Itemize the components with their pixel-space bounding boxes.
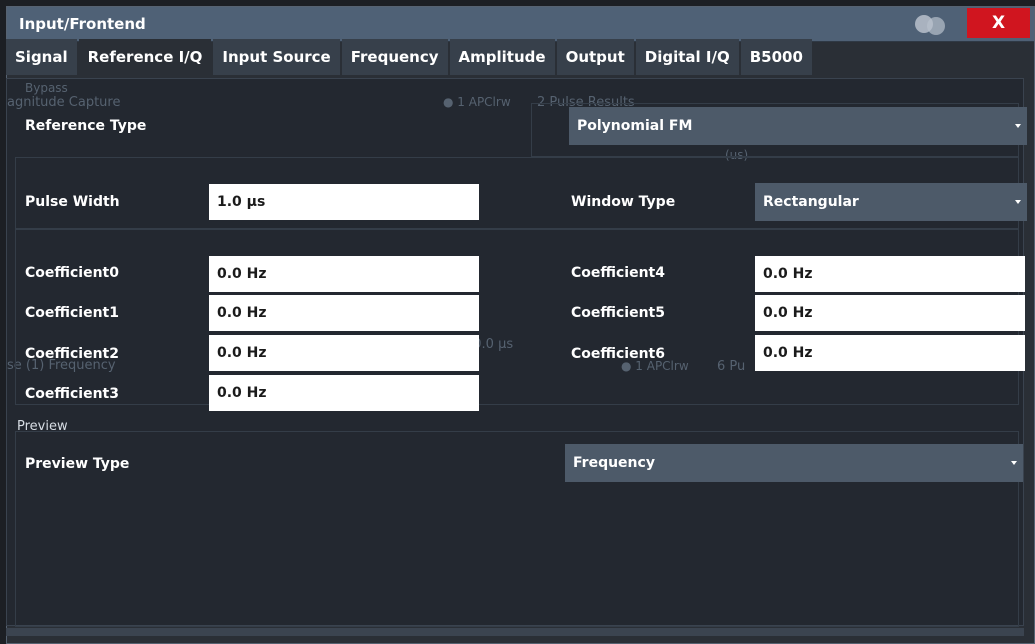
tab-reference-iq[interactable]: Reference I/Q <box>78 39 212 75</box>
coefficient3-label: Coefficient3 <box>25 386 119 402</box>
reference-type-value: Polynomial FM <box>577 118 693 134</box>
chevron-down-icon <box>1011 461 1017 465</box>
bottom-strip <box>6 628 1024 636</box>
chevron-down-icon <box>1015 200 1021 204</box>
tab-input-source[interactable]: Input Source <box>213 39 340 75</box>
coefficient2-label: Coefficient2 <box>25 346 119 362</box>
pulse-width-label: Pulse Width <box>25 194 120 210</box>
coefficient5-label: Coefficient5 <box>571 305 665 321</box>
close-icon: X <box>991 13 1006 33</box>
coefficient3-field[interactable]: 0.0 Hz <box>209 375 479 411</box>
tab-bar: Signal Reference I/Q Input Source Freque… <box>6 39 814 75</box>
reference-type-label: Reference Type <box>25 118 147 134</box>
dialog-title: Input/Frontend <box>19 15 146 33</box>
coefficient0-label: Coefficient0 <box>25 265 119 281</box>
window-type-value: Rectangular <box>763 194 859 210</box>
coefficient6-label: Coefficient6 <box>571 346 665 362</box>
tab-output[interactable]: Output <box>556 39 634 75</box>
reference-iq-panel: Bypass agnitude Capture ● 1 APClrw 2 Pul… <box>6 78 1027 627</box>
tab-amplitude[interactable]: Amplitude <box>449 39 555 75</box>
coefficient4-field[interactable]: 0.0 Hz <box>755 256 1025 292</box>
preview-section-title: Preview <box>17 419 68 434</box>
close-button[interactable]: X <box>967 8 1030 38</box>
bg-apclrw-text: ● 1 APClrw <box>443 95 511 109</box>
coefficient6-field[interactable]: 0.0 Hz <box>755 335 1025 371</box>
coefficient2-field[interactable]: 0.0 Hz <box>209 335 479 371</box>
window-type-label: Window Type <box>571 194 676 210</box>
preview-type-label: Preview Type <box>25 456 130 472</box>
coefficient5-field[interactable]: 0.0 Hz <box>755 295 1025 331</box>
title-bar: Input/Frontend X <box>7 7 1034 42</box>
preview-type-value: Frequency <box>573 455 655 471</box>
coefficient1-field[interactable]: 0.0 Hz <box>209 295 479 331</box>
coefficient1-label: Coefficient1 <box>25 305 119 321</box>
tab-digital-iq[interactable]: Digital I/Q <box>635 39 739 75</box>
chevron-down-icon <box>1015 124 1021 128</box>
tab-frequency[interactable]: Frequency <box>341 39 448 75</box>
bg-bypass-text: Bypass <box>25 81 68 95</box>
window-type-dropdown[interactable]: Rectangular <box>755 183 1027 221</box>
tab-b5000[interactable]: B5000 <box>740 39 812 75</box>
preview-type-dropdown[interactable]: Frequency <box>565 444 1023 482</box>
coefficient0-field[interactable]: 0.0 Hz <box>209 256 479 292</box>
coefficient4-label: Coefficient4 <box>571 265 665 281</box>
pulse-width-field[interactable]: 1.0 µs <box>209 184 479 220</box>
overlap-circles-icon[interactable] <box>915 13 951 35</box>
tab-signal[interactable]: Signal <box>6 39 77 75</box>
bg-magnitude-capture-text: agnitude Capture <box>7 95 121 110</box>
reference-type-dropdown[interactable]: Polynomial FM <box>569 107 1027 145</box>
